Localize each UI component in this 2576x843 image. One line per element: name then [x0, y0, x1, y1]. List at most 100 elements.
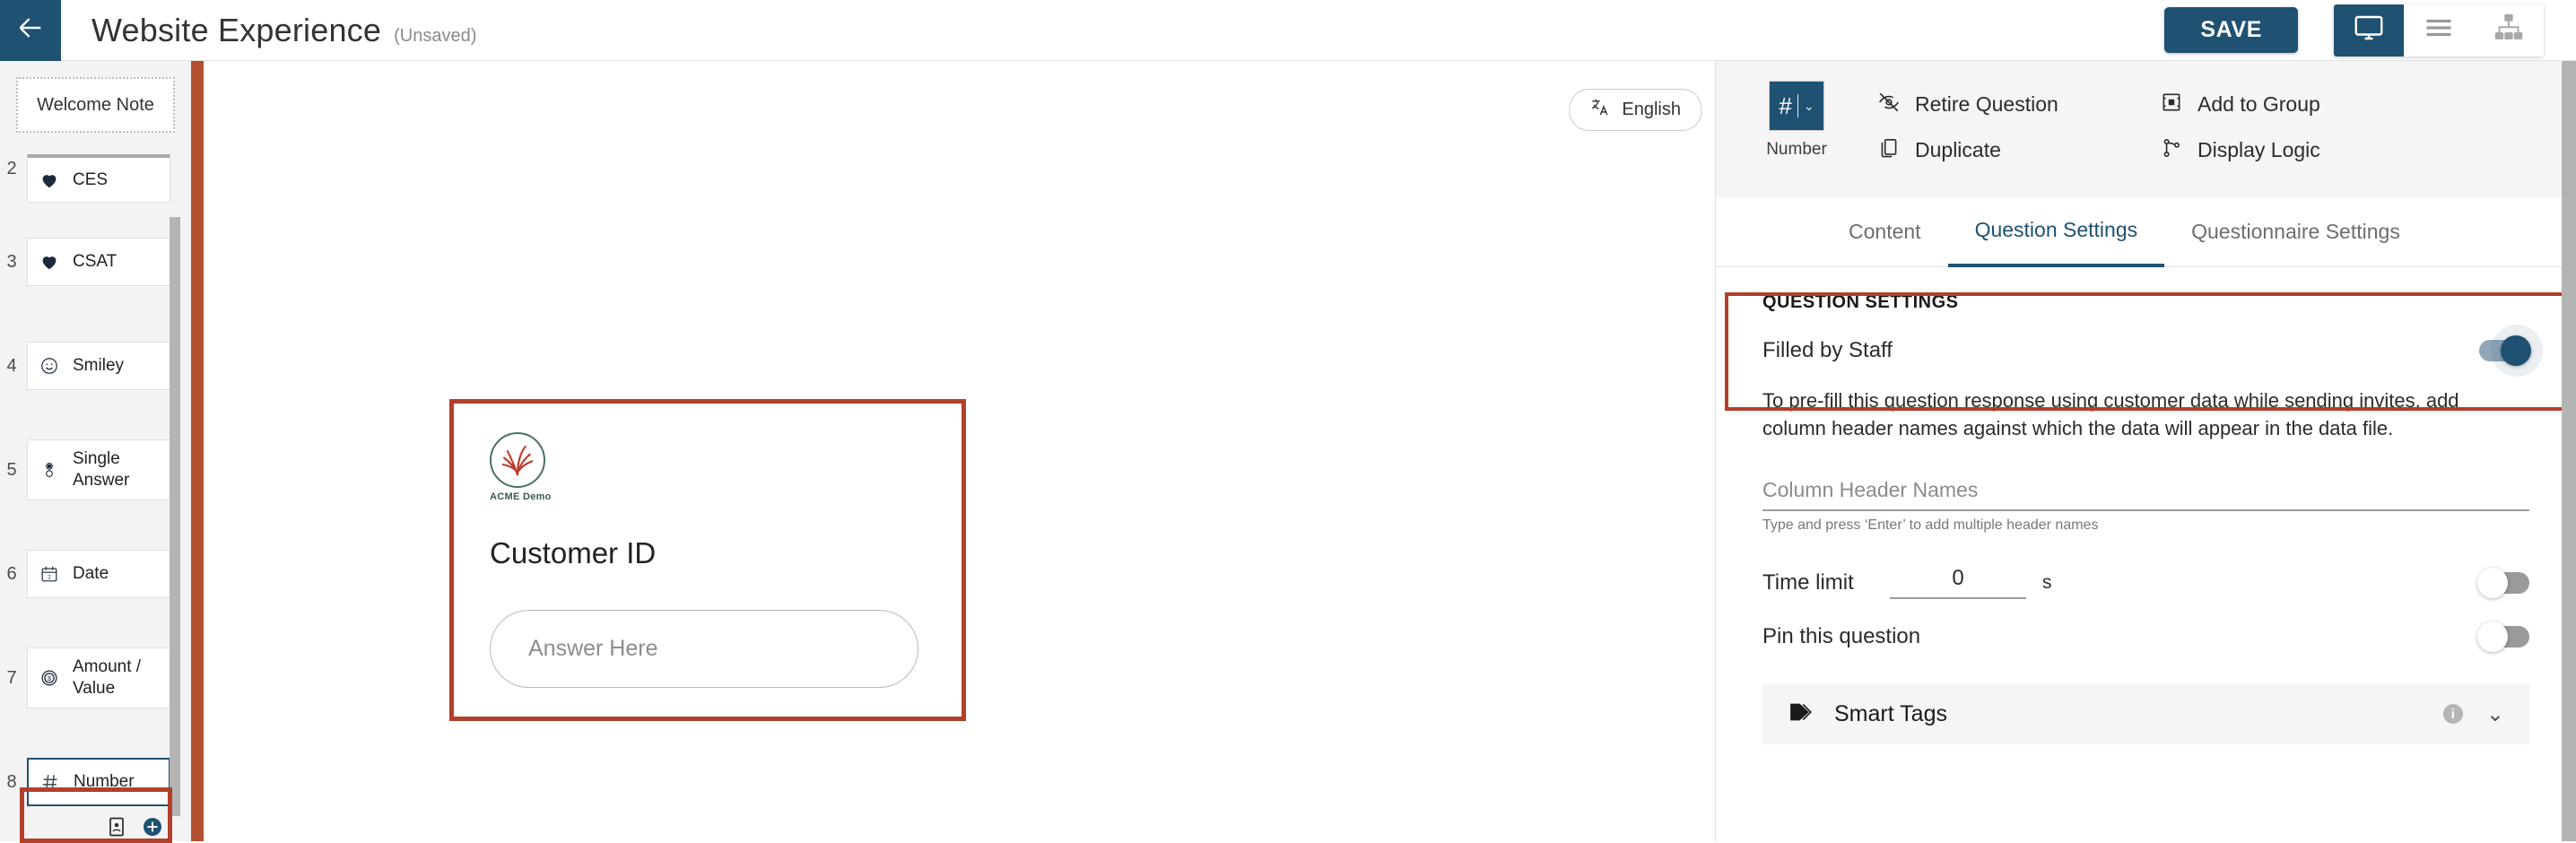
question-number: 4 [6, 355, 17, 376]
hash-icon: # [1779, 92, 1792, 119]
sidebar-item-label: Amount / Value [73, 657, 142, 698]
question-number: 6 [6, 563, 17, 584]
action-label: Add to Group [2197, 92, 2320, 116]
column-header-field [1762, 478, 2529, 512]
time-limit-label: Time limit [1762, 569, 1854, 595]
list-view-button[interactable] [2404, 4, 2474, 56]
tab-questionnaire-settings[interactable]: Questionnaire Settings [2164, 197, 2427, 267]
time-limit-toggle[interactable] [2477, 567, 2529, 598]
welcome-note-card[interactable]: Welcome Note [16, 77, 175, 133]
add-to-group-button[interactable]: Add to Group [2160, 88, 2320, 121]
question-preview-card: ACME Demo Customer ID Answer Here [454, 404, 962, 717]
sidebar-item-date[interactable]: 2 Date [27, 550, 170, 598]
view-mode-group [2334, 4, 2544, 56]
preview-answer-input[interactable]: Answer Here [490, 610, 918, 688]
settings-panel: # ⌄ Number Retire Question Add to Group … [1715, 61, 2576, 841]
time-limit-row: Time limit s [1762, 566, 2529, 600]
question-number: 3 [6, 251, 17, 272]
sidebar-item-label: CSAT [73, 252, 117, 272]
back-button[interactable] [0, 0, 61, 61]
pin-question-label: Pin this question [1762, 624, 1921, 649]
time-limit-input[interactable] [1890, 566, 2026, 592]
tab-content[interactable]: Content [1822, 197, 1948, 267]
sitemap-icon [2493, 12, 2525, 48]
branch-icon [2160, 136, 2183, 165]
save-state-label: (Unsaved) [394, 25, 477, 46]
eye-off-icon [1877, 91, 1901, 119]
tag-icon [1788, 699, 1815, 730]
preview-canvas: English ACME Demo Customer ID Answer Her… [204, 61, 1715, 841]
column-header-input[interactable] [1762, 478, 2529, 503]
calendar-icon: 2 [39, 564, 60, 584]
question-type-block: # ⌄ Number [1716, 81, 1877, 160]
chevron-down-icon: ⌄ [1803, 98, 1815, 113]
question-number: 7 [6, 667, 17, 688]
list-item[interactable]: 2 CES [0, 138, 191, 210]
column-header-hint: Type and press ‘Enter’ to add multiple h… [1762, 517, 2099, 534]
language-selector[interactable]: English [1569, 89, 1701, 131]
time-limit-field [1890, 566, 2026, 600]
pin-question-toggle[interactable] [2477, 621, 2529, 653]
sidebar-item-ces[interactable]: CES [27, 154, 170, 203]
smart-tags-label: Smart Tags [1834, 700, 1947, 726]
toggle-knob [2477, 567, 2508, 598]
sidebar-item-label: Single Answer [73, 449, 130, 490]
radio-icon [39, 460, 60, 480]
language-label: English [1622, 100, 1681, 119]
brand-name-label: ACME Demo [490, 491, 552, 502]
action-label: Retire Question [1915, 92, 2058, 116]
sidebar-item-amount-value[interactable]: $ Amount / Value [27, 647, 170, 708]
add-question-icon[interactable] [142, 816, 163, 838]
action-label: Display Logic [2197, 138, 2320, 161]
smart-tags-section[interactable]: Smart Tags i ⌄ [1762, 683, 2529, 745]
preview-question-title: Customer ID [490, 536, 657, 569]
arrow-left-icon [15, 13, 46, 48]
settings-tabs: Content Question Settings Questionnaire … [1716, 197, 2576, 267]
question-number: 8 [6, 771, 17, 792]
chevron-down-icon[interactable]: ⌄ [2486, 701, 2504, 727]
duplicate-button[interactable]: Duplicate [1877, 134, 2151, 167]
tree-view-button[interactable] [2474, 4, 2544, 56]
sidebar-item-smiley[interactable]: Smiley [27, 342, 170, 390]
canvas-left-accent-strip [191, 61, 204, 841]
duplicate-icon [1877, 136, 1901, 165]
list-item[interactable]: 4 Smiley [0, 314, 191, 418]
question-actions: Retire Question Add to Group Duplicate D… [1877, 81, 2320, 167]
top-bar: Website Experience (Unsaved) SAVE [0, 0, 2576, 61]
smart-tags-controls: i ⌄ [2442, 701, 2504, 727]
settings-panel-scrollbar[interactable] [2562, 61, 2576, 841]
sidebar-scrollbar[interactable] [170, 217, 180, 816]
desktop-view-button[interactable] [2334, 4, 2404, 56]
sidebar-item-csat[interactable]: CSAT [27, 238, 170, 286]
list-item[interactable]: 7 $ Amount / Value [0, 626, 191, 730]
list-icon [2423, 12, 2455, 48]
coin-icon: $ [39, 668, 60, 688]
question-type-label: Number [1766, 140, 1827, 159]
time-limit-unit: s [2042, 571, 2052, 593]
question-type-selector[interactable]: # ⌄ [1769, 81, 1824, 131]
action-label: Duplicate [1915, 138, 2001, 161]
question-settings-highlight [1725, 292, 2568, 411]
tab-question-settings[interactable]: Question Settings [1947, 197, 2165, 267]
document-title-group: Website Experience (Unsaved) [91, 12, 476, 49]
hash-icon [39, 772, 61, 792]
list-item[interactable]: 5 Single Answer [0, 418, 191, 522]
contact-card-icon[interactable] [106, 816, 127, 838]
sidebar-footer [0, 816, 179, 838]
question-list: 2 CES 3 CSAT 4 Smiley 5 Single Answer 6 … [0, 138, 191, 834]
list-item[interactable]: 6 2 Date [0, 522, 191, 626]
sidebar-item-single-answer[interactable]: Single Answer [27, 439, 170, 500]
retire-question-button[interactable]: Retire Question [1877, 88, 2151, 121]
brand-logo: ACME Demo [490, 432, 554, 502]
sidebar-item-number[interactable]: Number [27, 758, 170, 806]
toggle-knob [2477, 621, 2508, 653]
sidebar-item-label: CES [73, 169, 109, 189]
info-icon[interactable]: i [2442, 704, 2463, 725]
sidebar-item-label: Smiley [73, 356, 125, 376]
display-logic-button[interactable]: Display Logic [2160, 134, 2320, 167]
question-sidebar: Welcome Note 2 CES 3 CSAT 4 Smiley 5 Sin… [0, 61, 191, 841]
heart-icon [39, 252, 60, 272]
page-title: Website Experience [91, 11, 382, 48]
save-button[interactable]: SAVE [2164, 7, 2298, 53]
list-item[interactable]: 3 CSAT [0, 210, 191, 314]
